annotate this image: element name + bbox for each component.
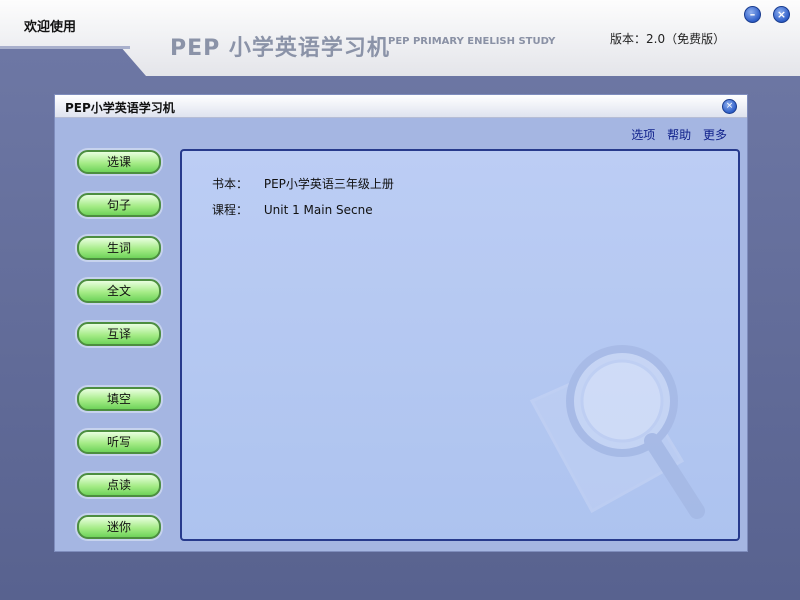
close-icon[interactable]: × bbox=[773, 6, 790, 23]
lesson-label: 课程： bbox=[212, 203, 249, 217]
book-row: 书本： PEP小学英语三年级上册 bbox=[212, 175, 394, 192]
menu-help[interactable]: 帮助 bbox=[667, 128, 691, 142]
menu-more[interactable]: 更多 bbox=[703, 128, 727, 142]
dictation-button[interactable]: 听写 bbox=[77, 430, 161, 454]
minimize-icon[interactable]: – bbox=[744, 6, 761, 23]
lesson-row: 课程： Unit 1 Main Secne bbox=[212, 201, 373, 218]
select-lesson-button[interactable]: 选课 bbox=[77, 150, 161, 174]
full-text-button[interactable]: 全文 bbox=[77, 279, 161, 303]
welcome-text: 欢迎使用 bbox=[24, 20, 77, 35]
version-text: 版本：2.0（免费版） bbox=[610, 32, 726, 46]
content-panel: 书本： PEP小学英语三年级上册 课程： Unit 1 Main Secne bbox=[180, 149, 740, 541]
point-read-button[interactable]: 点读 bbox=[77, 473, 161, 497]
menu-options[interactable]: 选项 bbox=[631, 128, 655, 142]
lesson-value: Unit 1 Main Secne bbox=[263, 203, 373, 217]
main-window: PEP小学英语学习机 × 选项 帮助 更多 选课 句子 生词 全文 互译 填空 … bbox=[54, 94, 748, 552]
window-close-icon[interactable]: × bbox=[722, 99, 737, 114]
translate-button[interactable]: 互译 bbox=[77, 322, 161, 346]
vocabulary-button[interactable]: 生词 bbox=[77, 236, 161, 260]
fill-blank-button[interactable]: 填空 bbox=[77, 387, 161, 411]
window-title: PEP小学英语学习机 bbox=[65, 101, 175, 115]
book-value: PEP小学英语三年级上册 bbox=[263, 177, 394, 191]
window-titlebar: PEP小学英语学习机 × bbox=[55, 95, 747, 118]
magnifier-icon bbox=[529, 345, 705, 519]
menu-links: 选项 帮助 更多 bbox=[623, 126, 727, 143]
header-shadow bbox=[0, 46, 130, 49]
mini-button[interactable]: 迷你 bbox=[77, 515, 161, 539]
sentence-button[interactable]: 句子 bbox=[77, 193, 161, 217]
book-label: 书本： bbox=[212, 177, 249, 191]
brand-logo: PEP 小学英语学习机 bbox=[170, 36, 390, 61]
brand-subtitle: PEP PRIMARY ENELISH STUDY bbox=[388, 36, 556, 47]
